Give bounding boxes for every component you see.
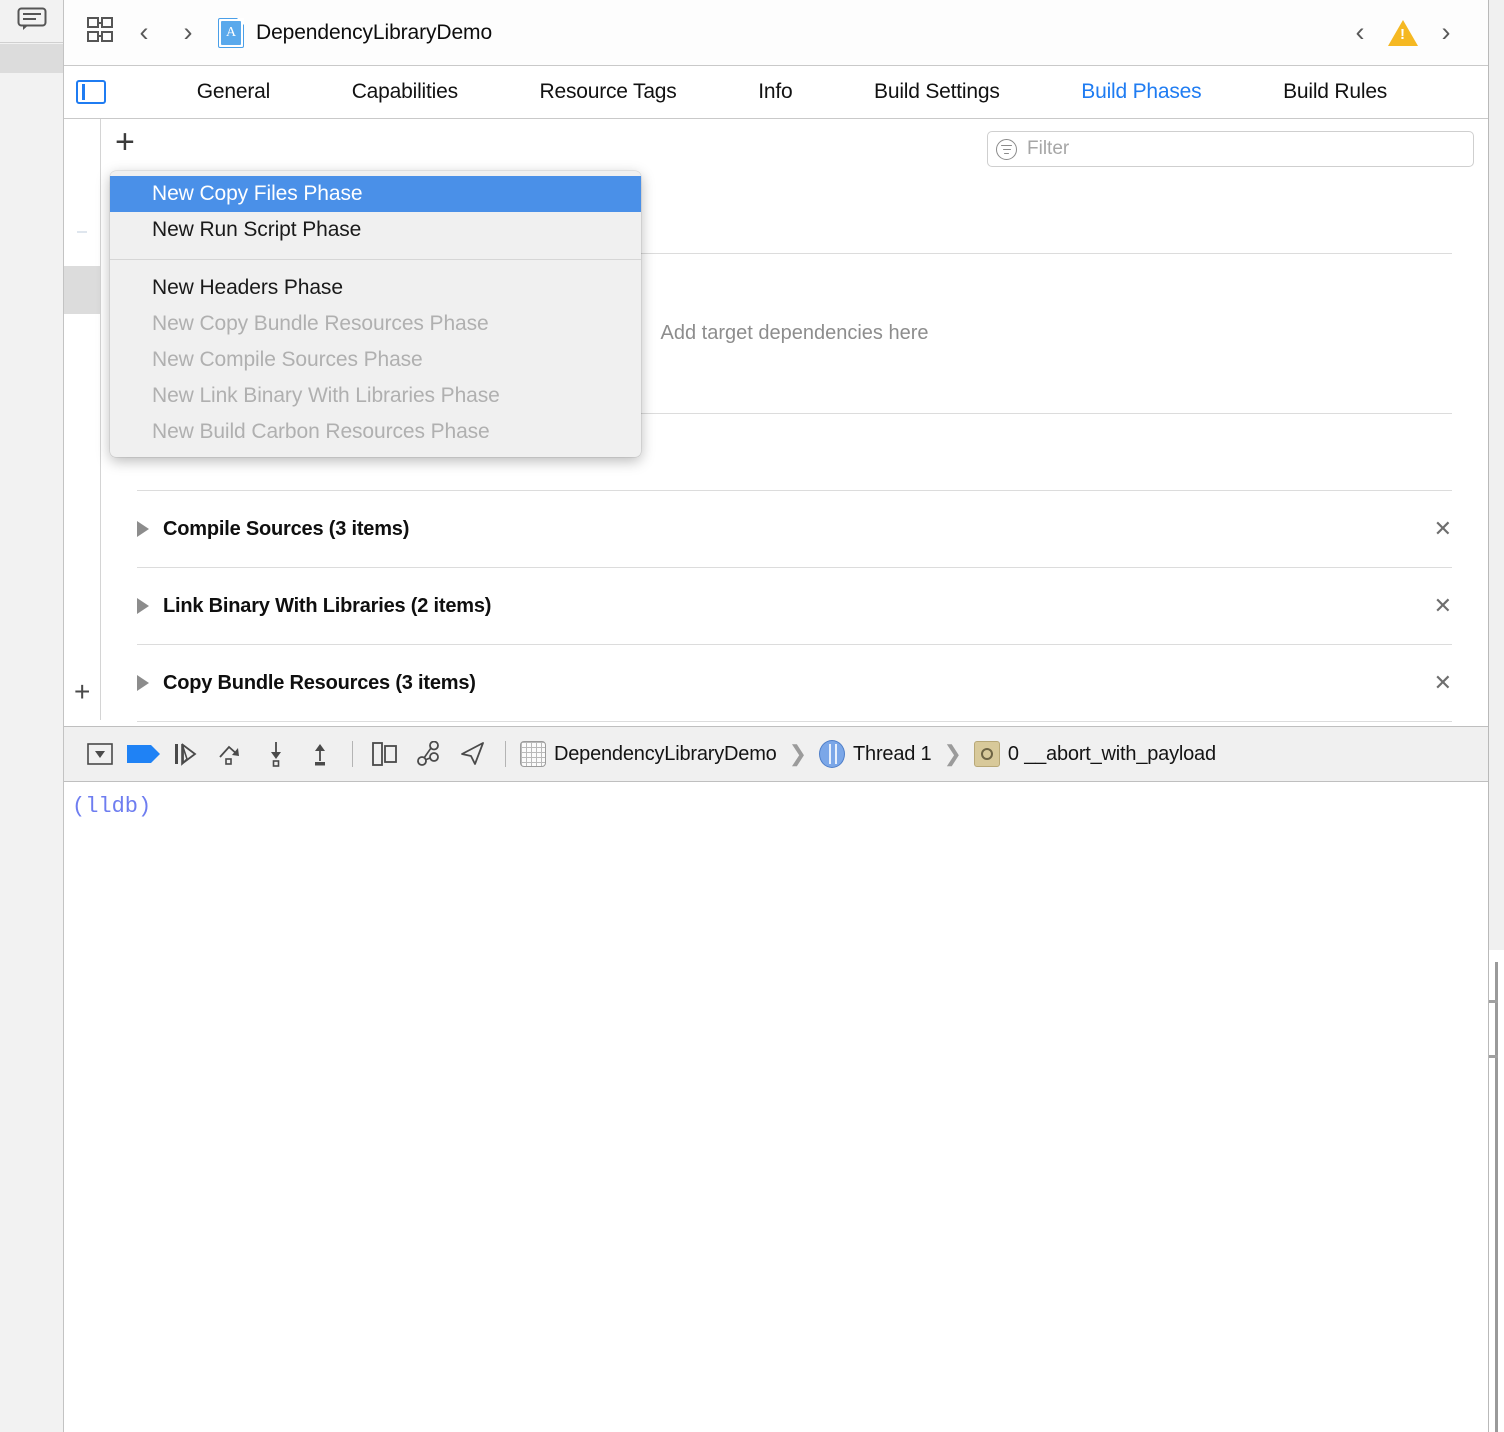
toggle-sidebar-button[interactable] bbox=[76, 80, 106, 104]
table-row[interactable]: Compile Sources (3 items) ✕ bbox=[137, 491, 1452, 568]
add-build-phase-menu: New Copy Files Phase New Run Script Phas… bbox=[110, 171, 641, 457]
hide-debug-area-icon bbox=[87, 743, 113, 765]
gutter-selected-band bbox=[64, 266, 100, 314]
breadcrumb-process[interactable]: DependencyLibraryDemo bbox=[554, 743, 777, 766]
grid-icon bbox=[86, 16, 114, 49]
close-icon[interactable]: ✕ bbox=[1434, 595, 1452, 617]
filter-icon bbox=[996, 138, 1017, 160]
menu-item-new-build-carbon-resources-phase: New Build Carbon Resources Phase bbox=[152, 420, 490, 443]
top-toolbar: ‹ › A DependencyLibraryDemo ‹ › bbox=[64, 0, 1488, 66]
chevron-left-icon: ‹ bbox=[1355, 17, 1365, 47]
divider bbox=[505, 741, 506, 767]
memory-graph-icon bbox=[414, 741, 444, 767]
disclosure-triangle-icon[interactable] bbox=[137, 598, 149, 614]
view-debugging-icon bbox=[371, 741, 399, 767]
breakpoints-toggle-icon bbox=[127, 743, 161, 765]
console-scrollbar[interactable] bbox=[1495, 962, 1498, 1432]
divider bbox=[352, 741, 353, 767]
phase-label-link-binary: Link Binary With Libraries (2 items) bbox=[163, 594, 492, 617]
target-list-gutter: + bbox=[64, 119, 101, 720]
continue-icon bbox=[173, 742, 203, 766]
tab-build-phases[interactable]: Build Phases bbox=[1081, 80, 1201, 104]
project-icon-glyph: A bbox=[221, 20, 241, 45]
gutter-dash bbox=[77, 231, 87, 233]
table-row[interactable]: Link Binary With Libraries (2 items) ✕ bbox=[137, 568, 1452, 645]
navigator-gutter bbox=[0, 0, 64, 1432]
comments-button[interactable] bbox=[0, 0, 63, 43]
breadcrumb-frame[interactable]: 0 __abort_with_payload bbox=[1008, 743, 1216, 766]
simulate-location-button[interactable] bbox=[451, 734, 495, 774]
close-icon[interactable]: ✕ bbox=[1434, 672, 1452, 694]
add-target-button[interactable]: + bbox=[74, 678, 90, 706]
hide-debug-area-button[interactable] bbox=[78, 734, 122, 774]
scroll-tick bbox=[1489, 1000, 1498, 1003]
target-editor-tabbar: General Capabilities Resource Tags Info … bbox=[64, 66, 1488, 119]
console-area[interactable]: (lldb) bbox=[64, 782, 1488, 1432]
breadcrumb[interactable]: DependencyLibraryDemo bbox=[256, 21, 492, 45]
chevron-right-icon: › bbox=[1441, 17, 1451, 47]
thread-icon bbox=[819, 740, 846, 768]
debug-bar: DependencyLibraryDemo ❯ Thread 1 ❯ 0 __a… bbox=[64, 726, 1488, 782]
debug-breadcrumb: DependencyLibraryDemo ❯ Thread 1 ❯ 0 __a… bbox=[520, 740, 1216, 768]
chevron-left-icon: ‹ bbox=[139, 17, 149, 47]
step-out-button[interactable] bbox=[298, 734, 342, 774]
view-debugging-button[interactable] bbox=[363, 734, 407, 774]
step-out-icon bbox=[308, 741, 332, 767]
build-phases-header: + Filter bbox=[101, 119, 1488, 177]
forward-button[interactable]: › bbox=[166, 11, 210, 55]
filter-placeholder: Filter bbox=[1027, 138, 1070, 159]
stack-frame-icon bbox=[973, 741, 1000, 767]
process-icon bbox=[520, 741, 546, 767]
project-file-icon: A bbox=[218, 17, 244, 48]
simulate-location-icon bbox=[459, 741, 487, 767]
table-row[interactable]: Copy Bundle Resources (3 items) ✕ bbox=[137, 645, 1452, 722]
chevron-right-icon: › bbox=[183, 17, 193, 47]
scroll-tick bbox=[1489, 1055, 1498, 1058]
tab-build-settings[interactable]: Build Settings bbox=[874, 80, 1000, 104]
filter-field[interactable]: Filter bbox=[987, 131, 1474, 167]
tab-capabilities[interactable]: Capabilities bbox=[352, 80, 458, 104]
step-into-button[interactable] bbox=[254, 734, 298, 774]
step-into-icon bbox=[264, 741, 288, 767]
comments-icon bbox=[17, 7, 47, 36]
continue-button[interactable] bbox=[166, 734, 210, 774]
disclosure-triangle-icon[interactable] bbox=[137, 675, 149, 691]
add-build-phase-button[interactable]: + bbox=[115, 125, 135, 159]
warning-triangle-icon[interactable] bbox=[1388, 19, 1418, 46]
lldb-prompt: (lldb) bbox=[72, 794, 152, 819]
breadcrumb-thread[interactable]: Thread 1 bbox=[853, 743, 932, 766]
tab-general[interactable]: General bbox=[197, 80, 271, 104]
close-icon[interactable]: ✕ bbox=[1434, 518, 1452, 540]
tab-resource-tags[interactable]: Resource Tags bbox=[540, 80, 677, 104]
menu-item-new-run-script-phase[interactable]: New Run Script Phase bbox=[110, 212, 641, 248]
menu-item-new-copy-files-phase[interactable]: New Copy Files Phase bbox=[110, 176, 641, 212]
tab-info[interactable]: Info bbox=[758, 80, 792, 104]
step-over-icon bbox=[217, 742, 247, 766]
disclosure-triangle-icon[interactable] bbox=[137, 521, 149, 537]
project-navigator-grid-button[interactable] bbox=[78, 11, 122, 55]
tab-build-rules[interactable]: Build Rules bbox=[1283, 80, 1387, 104]
breakpoints-toggle-button[interactable] bbox=[122, 734, 166, 774]
phase-label-copy-bundle-resources: Copy Bundle Resources (3 items) bbox=[163, 671, 476, 694]
xcode-window: ‹ › A DependencyLibraryDemo ‹ › General bbox=[0, 0, 1504, 1432]
menu-separator bbox=[110, 259, 641, 260]
menu-item-new-compile-sources-phase: New Compile Sources Phase bbox=[152, 348, 423, 371]
previous-issue-button[interactable]: ‹ bbox=[1338, 11, 1382, 55]
phase-label-compile-sources: Compile Sources (3 items) bbox=[163, 517, 410, 540]
chevron-right-icon: ❯ bbox=[788, 741, 808, 766]
menu-item-new-link-binary-with-libraries-phase: New Link Binary With Libraries Phase bbox=[152, 384, 500, 407]
next-issue-button[interactable]: › bbox=[1424, 11, 1468, 55]
menu-item-new-copy-bundle-resources-phase: New Copy Bundle Resources Phase bbox=[152, 312, 489, 335]
memory-graph-button[interactable] bbox=[407, 734, 451, 774]
step-over-button[interactable] bbox=[210, 734, 254, 774]
back-button[interactable]: ‹ bbox=[122, 11, 166, 55]
menu-item-new-headers-phase[interactable]: New Headers Phase bbox=[110, 270, 641, 306]
chevron-right-icon: ❯ bbox=[943, 741, 962, 766]
navigator-selected-band bbox=[0, 44, 63, 73]
